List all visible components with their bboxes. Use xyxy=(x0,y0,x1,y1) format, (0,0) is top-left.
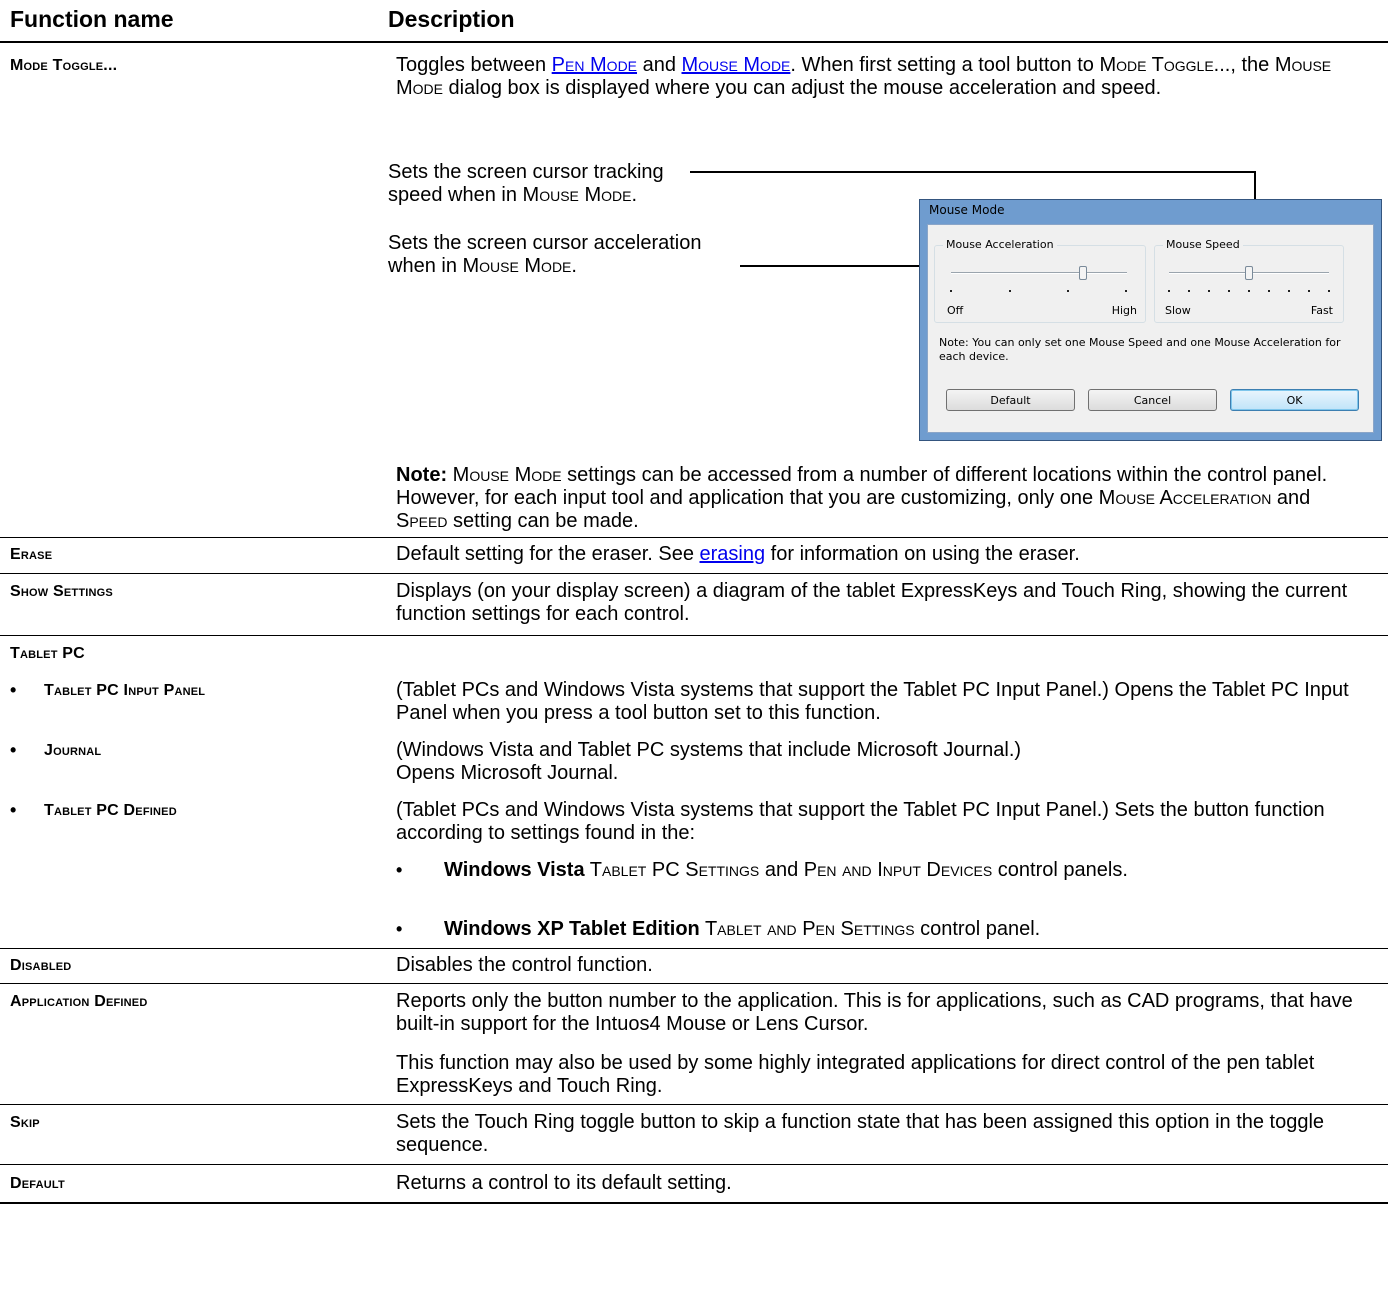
function-mode-toggle: Mode Toggle... xyxy=(10,57,118,74)
default-description: Returns a control to its default setting… xyxy=(396,1172,732,1194)
function-erase: Erase xyxy=(10,546,53,563)
function-skip: Skip xyxy=(10,1114,40,1131)
bullet: • xyxy=(396,919,403,939)
speed-leader-horizontal xyxy=(690,171,1255,173)
speed-group: Mouse Speed Slow Fast xyxy=(1154,238,1344,323)
column-header-description: Description xyxy=(388,6,515,32)
dialog-note: Note: You can only set one Mouse Speed a… xyxy=(939,336,1341,363)
table-bottom-rule xyxy=(0,1202,1388,1204)
speed-group-label: Mouse Speed xyxy=(1163,238,1243,251)
function-default: Default xyxy=(10,1175,65,1192)
mouse-mode-dialog: Mouse Mode Mouse Acceleration Off High M… xyxy=(919,199,1382,441)
column-header-function-name: Function name xyxy=(10,6,174,32)
acceleration-min-label: Off xyxy=(947,304,964,317)
bullet: • xyxy=(10,740,17,760)
speed-tick xyxy=(1248,290,1250,292)
row-divider xyxy=(0,1164,1388,1165)
application-defined-description-2: This function may also be used by some h… xyxy=(396,1052,1315,1097)
acceleration-group-label: Mouse Acceleration xyxy=(943,238,1057,251)
erase-description: Default setting for the eraser. See eras… xyxy=(396,543,1080,565)
speed-tick xyxy=(1288,290,1290,292)
function-journal: Journal xyxy=(44,742,102,759)
ok-button[interactable]: OK xyxy=(1230,389,1359,411)
annotation-acceleration: Sets the screen cursor acceleration when… xyxy=(388,232,702,277)
disabled-description: Disables the control function. xyxy=(396,954,653,976)
journal-description: (Windows Vista and Tablet PC systems tha… xyxy=(396,739,1022,784)
acceleration-tick xyxy=(1125,290,1127,292)
acceleration-tick xyxy=(950,290,952,292)
function-tablet-pc-defined: Tablet PC Defined xyxy=(44,802,177,819)
speed-min-label: Slow xyxy=(1165,304,1191,317)
function-tablet-pc: Tablet PC xyxy=(10,645,85,662)
speed-tick xyxy=(1168,290,1170,292)
application-defined-description: Reports only the button number to the ap… xyxy=(396,990,1353,1035)
bullet: • xyxy=(396,860,403,880)
speed-tick xyxy=(1328,290,1330,292)
cancel-button[interactable]: Cancel xyxy=(1088,389,1217,411)
function-disabled: Disabled xyxy=(10,957,72,974)
annotation-speed: Sets the screen cursor tracking speed wh… xyxy=(388,161,664,206)
tablet-pc-input-panel-description: (Tablet PCs and Windows Vista systems th… xyxy=(396,679,1349,724)
acceleration-slider-thumb[interactable] xyxy=(1079,266,1087,280)
acceleration-max-label: High xyxy=(1111,304,1137,317)
pen-mode-link[interactable]: Pen Mode xyxy=(552,54,637,76)
dialog-body: Mouse Acceleration Off High Mouse Speed … xyxy=(927,224,1374,433)
windows-vista-setting: Windows Vista Tablet PC Settings and Pen… xyxy=(444,859,1128,881)
speed-tick xyxy=(1188,290,1190,292)
mode-toggle-note: Note: Mouse Mode settings can be accesse… xyxy=(396,464,1328,532)
windows-xp-setting: Windows XP Tablet Edition Tablet and Pen… xyxy=(444,918,1041,940)
acceleration-tick xyxy=(1009,290,1011,292)
row-divider xyxy=(0,635,1388,636)
function-show-settings: Show Settings xyxy=(10,583,113,600)
speed-tick xyxy=(1308,290,1310,292)
row-divider xyxy=(0,948,1388,949)
row-divider xyxy=(0,537,1388,538)
mode-toggle-description: Toggles between Pen Mode and Mouse Mode.… xyxy=(396,54,1332,99)
show-settings-description: Displays (on your display screen) a diag… xyxy=(396,580,1348,625)
erasing-link[interactable]: erasing xyxy=(700,543,766,565)
function-tablet-pc-input-panel: Tablet PC Input Panel xyxy=(44,682,206,699)
speed-max-label: Fast xyxy=(1310,304,1333,317)
acceleration-group: Mouse Acceleration Off High xyxy=(934,238,1146,323)
tablet-pc-defined-description: (Tablet PCs and Windows Vista systems th… xyxy=(396,799,1325,844)
speed-tick xyxy=(1268,290,1270,292)
acceleration-tick xyxy=(1067,290,1069,292)
function-application-defined: Application Defined xyxy=(10,993,148,1010)
acceleration-slider-track[interactable] xyxy=(951,272,1127,274)
row-divider xyxy=(0,573,1388,574)
header-rule xyxy=(0,41,1388,43)
dialog-title: Mouse Mode xyxy=(929,203,1005,217)
skip-description: Sets the Touch Ring toggle button to ski… xyxy=(396,1111,1325,1156)
bullet: • xyxy=(10,800,17,820)
default-button[interactable]: Default xyxy=(946,389,1075,411)
speed-tick xyxy=(1228,290,1230,292)
row-divider xyxy=(0,983,1388,984)
bullet: • xyxy=(10,680,17,700)
row-divider xyxy=(0,1104,1388,1105)
speed-slider-thumb[interactable] xyxy=(1245,266,1253,280)
mouse-mode-link[interactable]: Mouse Mode xyxy=(682,54,791,76)
speed-tick xyxy=(1208,290,1210,292)
